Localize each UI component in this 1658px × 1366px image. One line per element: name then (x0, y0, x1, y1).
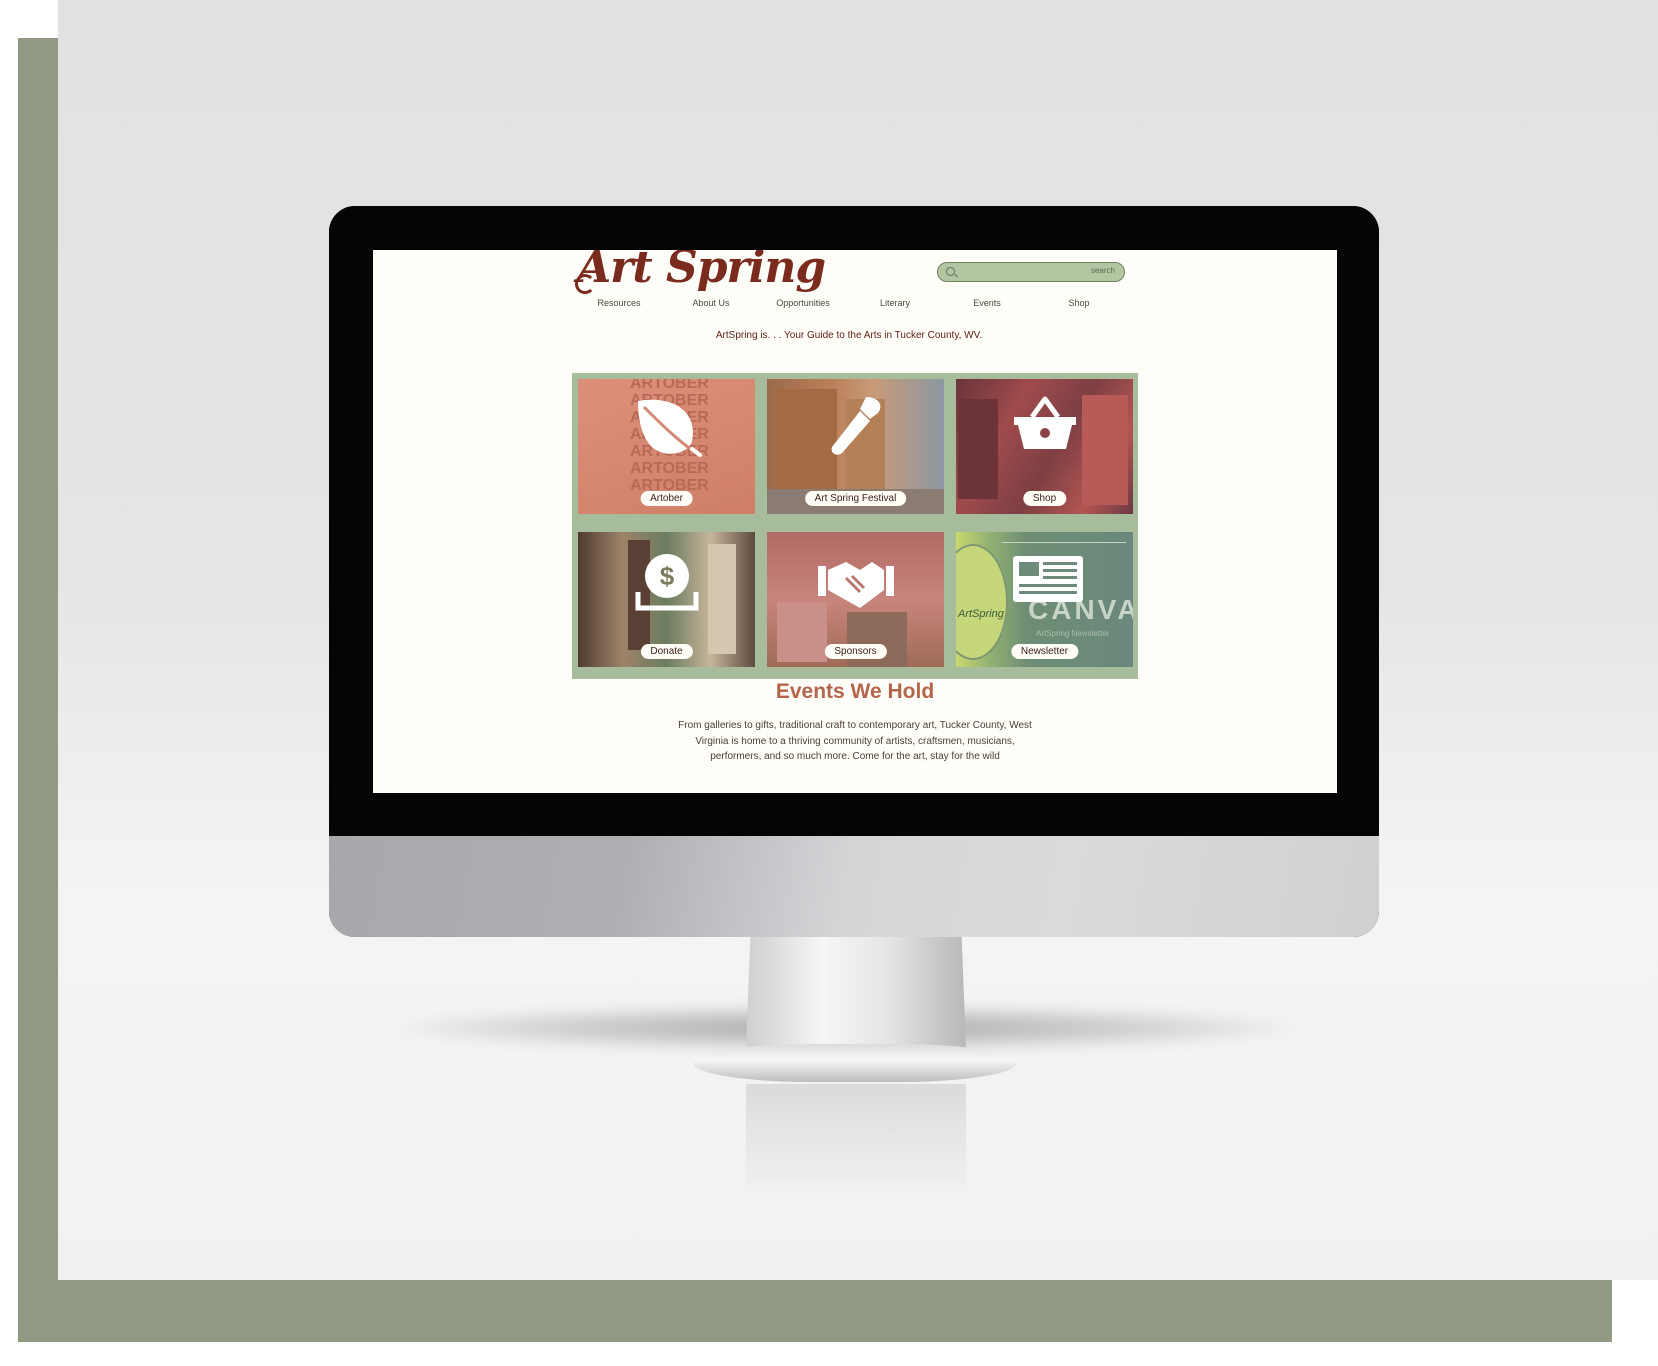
search-placeholder: search (1090, 266, 1115, 275)
monitor-stand-neck (746, 936, 966, 1048)
website-screen: Art Spring search Resources About Us Opp… (373, 250, 1337, 793)
search-input[interactable]: search (937, 262, 1125, 282)
imac-monitor: Art Spring search Resources About Us Opp… (329, 206, 1379, 937)
paintbrush-icon (831, 397, 880, 455)
newspaper-icon (1013, 556, 1083, 602)
donate-coin-icon: $ (635, 554, 698, 611)
tile-label: Donate (640, 644, 693, 659)
site-logo[interactable]: Art Spring (577, 250, 826, 296)
newsletter-subtitle: ArtSpring Newsletter (1036, 629, 1110, 638)
monitor-chin (329, 836, 1379, 937)
stand-reflection (746, 1084, 966, 1194)
newsletter-rule (1002, 542, 1126, 543)
shop-shirt (1082, 395, 1128, 505)
musician-figure (708, 544, 736, 654)
nav-opportunities[interactable]: Opportunities (757, 298, 849, 308)
tile-artober[interactable]: ARTOBER ARTOBER ARTOBER ARTOBER ARTOBER … (578, 379, 755, 514)
tile-shop[interactable]: Shop (956, 379, 1133, 514)
nav-literary[interactable]: Literary (849, 298, 941, 308)
tile-label: Newsletter (1010, 644, 1079, 659)
tile-donate[interactable]: $ Donate (578, 532, 755, 667)
tile-label: Artober (640, 491, 693, 506)
shop-shirt (958, 399, 998, 499)
search-icon (946, 267, 955, 276)
nav-shop[interactable]: Shop (1033, 298, 1125, 308)
tile-label: Art Spring Festival (804, 491, 907, 506)
tile-sponsors[interactable]: Sponsors (767, 532, 944, 667)
events-heading: Events We Hold (775, 680, 935, 703)
monitor-stand-base (693, 1044, 1017, 1082)
tile-label: Shop (1022, 491, 1067, 506)
nav-events[interactable]: Events (941, 298, 1033, 308)
sponsor-person (777, 602, 827, 662)
tile-label: Sponsors (824, 644, 887, 659)
handshake-icon (817, 562, 894, 608)
tile-art-spring-festival[interactable]: Art Spring Festival (767, 379, 944, 514)
leaf-icon (637, 399, 702, 457)
events-description: From galleries to gifts, traditional cra… (678, 720, 1032, 762)
basket-icon (1013, 396, 1076, 449)
feature-tiles-grid: ARTOBER ARTOBER ARTOBER ARTOBER ARTOBER … (572, 373, 1138, 679)
main-nav: Resources About Us Opportunities Literar… (573, 298, 1125, 314)
svg-text:$: $ (659, 561, 674, 591)
nav-resources[interactable]: Resources (573, 298, 665, 308)
site-tagline: ArtSpring is. . . Your Guide to the Arts… (715, 330, 983, 341)
newsletter-logo-oval (956, 544, 1008, 660)
tile-newsletter[interactable]: ArtSpring CANVAS ArtSpring Newsletter Ne… (956, 532, 1133, 667)
nav-about-us[interactable]: About Us (665, 298, 757, 308)
